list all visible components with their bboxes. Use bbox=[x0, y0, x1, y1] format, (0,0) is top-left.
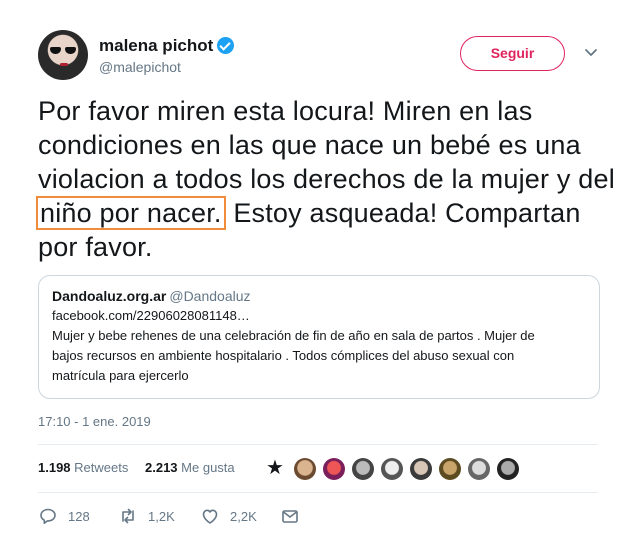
retweet-count: 1,2K bbox=[148, 508, 175, 524]
highlighted-phrase: niño por nacer. bbox=[36, 196, 226, 230]
tweet-timestamp[interactable]: 17:10 - 1 ene. 2019 bbox=[38, 414, 151, 429]
star-icon: ★ bbox=[266, 457, 284, 479]
message-icon bbox=[282, 510, 298, 523]
tweet-text: Por favor miren esta locura! Miren en la… bbox=[36, 94, 618, 264]
quoted-text-line: matrícula para ejercerlo bbox=[52, 368, 189, 383]
divider bbox=[38, 444, 598, 445]
like-button[interactable]: 2,2K bbox=[200, 505, 257, 527]
divider bbox=[38, 492, 598, 493]
follow-button[interactable]: Seguir bbox=[460, 36, 565, 71]
liker-avatar[interactable] bbox=[410, 458, 432, 480]
verified-badge-icon bbox=[217, 37, 235, 54]
avatar-lips bbox=[60, 63, 68, 66]
quoted-text-line: Mujer y bebe rehenes de una celebración … bbox=[52, 328, 535, 343]
retweet-button[interactable]: 1,2K bbox=[118, 505, 175, 527]
liker-avatar[interactable] bbox=[381, 458, 403, 480]
liker-avatar[interactable] bbox=[323, 458, 345, 480]
quoted-text-line: bajos recursos en ambiente hospitalario … bbox=[52, 348, 515, 363]
liker-avatar[interactable] bbox=[497, 458, 519, 480]
quoted-author-handle: @Dandoaluz bbox=[169, 288, 251, 304]
author-avatar[interactable] bbox=[38, 30, 88, 80]
chevron-down-icon[interactable] bbox=[583, 44, 599, 60]
liker-avatar[interactable] bbox=[439, 458, 461, 480]
tweet-actions: 128 1,2K 2,2K bbox=[38, 505, 598, 527]
retweets-label: Retweets bbox=[74, 460, 129, 475]
liker-avatar[interactable] bbox=[352, 458, 374, 480]
retweet-icon bbox=[122, 508, 134, 524]
liker-avatar[interactable] bbox=[468, 458, 490, 480]
tweet-text-before: Por favor miren esta locura! Miren en la… bbox=[38, 96, 615, 194]
engagement-stats: 1.198 Retweets 2.213 Me gusta ★ bbox=[38, 452, 598, 484]
author-name[interactable]: malena pichot bbox=[99, 36, 213, 55]
quoted-tweet[interactable]: Dandoaluz.org.ar @Dandoaluz facebook.com/… bbox=[38, 275, 600, 399]
likes-stat[interactable]: 2.213 Me gusta bbox=[145, 460, 235, 475]
reply-count: 128 bbox=[68, 508, 90, 524]
like-count: 2,2K bbox=[230, 508, 257, 524]
reply-icon bbox=[40, 508, 56, 524]
heart-icon bbox=[202, 509, 218, 524]
liker-avatar[interactable] bbox=[294, 458, 316, 480]
retweets-count: 1.198 bbox=[38, 460, 71, 475]
direct-message-button[interactable] bbox=[280, 505, 310, 527]
tweet-card: malena pichot @malepichot Seguir Por fav… bbox=[0, 0, 636, 553]
quoted-author-name: Dandoaluz.org.ar bbox=[52, 288, 167, 304]
reply-button[interactable]: 128 bbox=[38, 505, 90, 527]
likes-count: 2.213 bbox=[145, 460, 178, 475]
tweet-header: malena pichot @malepichot Seguir bbox=[38, 30, 608, 80]
quoted-link[interactable]: facebook.com/22906028081148… bbox=[52, 306, 586, 326]
retweets-stat[interactable]: 1.198 Retweets bbox=[38, 460, 128, 475]
quoted-tweet-header: Dandoaluz.org.ar @Dandoaluz bbox=[52, 288, 586, 304]
author-handle[interactable]: @malepichot bbox=[99, 59, 181, 75]
avatar-glasses bbox=[50, 47, 76, 55]
author-name-row[interactable]: malena pichot bbox=[99, 36, 235, 56]
likes-label: Me gusta bbox=[181, 460, 235, 475]
